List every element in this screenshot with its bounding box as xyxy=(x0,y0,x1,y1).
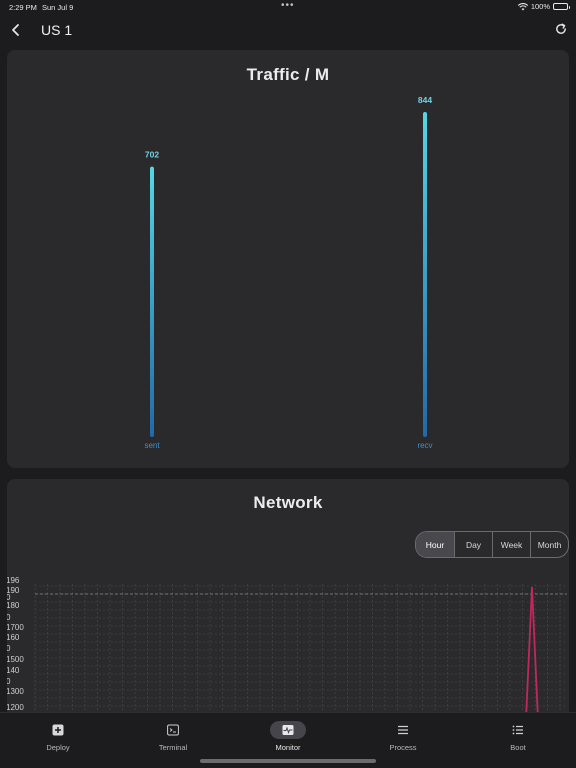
status-time: 2:29 PM xyxy=(9,3,37,12)
tab-monitor[interactable]: Monitor xyxy=(248,721,328,752)
traffic-category-label: sent xyxy=(144,441,160,450)
y-axis-tick-label: 1300 xyxy=(7,687,24,696)
y-axis-tick-label: 1700 xyxy=(7,623,24,632)
terminal-icon xyxy=(155,721,191,739)
tab-boot[interactable]: Boot xyxy=(478,721,558,752)
traffic-bar-recv xyxy=(423,112,427,437)
traffic-value-label: 844 xyxy=(418,95,432,105)
list-icon xyxy=(385,721,421,739)
network-series-line xyxy=(525,586,539,719)
tab-label: Boot xyxy=(510,743,526,752)
battery-icon xyxy=(553,3,570,10)
multitasking-dots-icon[interactable]: ••• xyxy=(281,0,295,11)
y-axis-tick-label: 1200 xyxy=(7,703,24,712)
nav-bar: US 1 xyxy=(0,14,576,48)
traffic-card: Traffic / M 702 sent 844 recv xyxy=(7,50,569,468)
y-axis-tick-label: 1500 xyxy=(7,655,24,664)
traffic-bar-chart: 702 sent 844 recv xyxy=(144,95,432,450)
network-line-chart: 19619001800170016001500140013001200 xyxy=(7,576,567,719)
y-axis-tick-label: 0 xyxy=(7,677,11,686)
tab-label: Terminal xyxy=(158,743,188,752)
refresh-icon[interactable] xyxy=(554,22,568,36)
status-bar: 2:29 PM Sun Jul 9 ••• 100% xyxy=(0,0,576,14)
page-title: US 1 xyxy=(41,22,73,38)
network-card: Network Hour Day Week Month 196 190 0 180 0 1700… xyxy=(7,479,569,719)
y-axis-tick-label: 0 xyxy=(7,644,11,653)
y-axis-tick-label: 160 xyxy=(7,633,20,642)
status-date: Sun Jul 9 xyxy=(42,3,74,12)
traffic-category-label: recv xyxy=(417,441,432,450)
status-right: 100% xyxy=(517,2,570,11)
back-chevron-icon[interactable] xyxy=(8,22,24,38)
traffic-value-label: 702 xyxy=(145,150,159,160)
traffic-bar-sent xyxy=(150,166,154,437)
tab-label: Process xyxy=(389,743,417,752)
tab-process[interactable]: Process xyxy=(363,721,443,752)
chart-grid xyxy=(34,584,567,719)
y-axis-tick-label: 196 xyxy=(7,576,20,585)
home-indicator xyxy=(200,759,376,763)
wifi-icon xyxy=(517,2,528,10)
y-axis-tick-label: 0 xyxy=(7,613,11,622)
battery-percent: 100% xyxy=(530,2,550,11)
tab-label: Monitor xyxy=(275,743,301,752)
y-axis-tick-label: 140 xyxy=(7,666,20,675)
checklist-icon xyxy=(500,721,536,739)
monitor-pulse-icon xyxy=(270,721,306,739)
tab-label: Deploy xyxy=(46,743,70,752)
tab-terminal[interactable]: Terminal xyxy=(133,721,213,752)
y-axis-tick-label: 180 xyxy=(7,601,20,610)
plus-square-icon xyxy=(40,721,76,739)
tab-deploy[interactable]: Deploy xyxy=(18,721,98,752)
